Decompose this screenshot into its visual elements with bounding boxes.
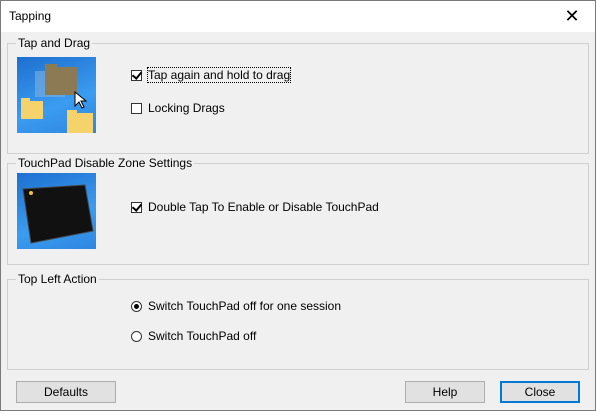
tap-hold-drag-label[interactable]: Tap again and hold to drag [146, 67, 292, 83]
defaults-button[interactable]: Defaults [16, 381, 116, 403]
tap-and-drag-legend: Tap and Drag [16, 36, 93, 50]
option-off[interactable]: Switch TouchPad off [131, 329, 256, 343]
locking-drags-option[interactable]: Locking Drags [131, 101, 225, 115]
double-tap-checkbox[interactable] [131, 201, 142, 213]
close-window-icon[interactable]: ✕ [549, 1, 595, 32]
double-tap-option[interactable]: Double Tap To Enable or Disable TouchPad [131, 200, 379, 214]
tap-and-drag-group: Tap and Drag Tap again and hold to drag … [7, 36, 589, 154]
touchpad-icon [22, 184, 94, 244]
tap-hold-drag-option[interactable]: Tap again and hold to drag [131, 67, 292, 83]
disable-zone-legend: TouchPad Disable Zone Settings [16, 156, 195, 170]
tap-hold-drag-checkbox[interactable] [131, 69, 142, 81]
double-tap-label[interactable]: Double Tap To Enable or Disable TouchPad [148, 200, 379, 214]
locking-drags-checkbox[interactable] [131, 102, 142, 114]
off-one-session-label[interactable]: Switch TouchPad off for one session [148, 299, 341, 313]
off-radio[interactable] [131, 330, 142, 342]
close-button[interactable]: Close [500, 381, 580, 403]
help-button[interactable]: Help [405, 381, 485, 403]
disable-zone-group: TouchPad Disable Zone Settings Double Ta… [7, 156, 589, 265]
touchpad-illustration [17, 173, 96, 249]
tap-drag-illustration [17, 57, 96, 133]
off-one-session-radio[interactable] [131, 300, 142, 312]
locking-drags-label[interactable]: Locking Drags [148, 101, 225, 115]
tapping-dialog: Tapping ✕ Tap and Drag Tap again and hol… [0, 0, 596, 411]
window-title: Tapping [9, 9, 52, 23]
option-off-one-session[interactable]: Switch TouchPad off for one session [131, 299, 341, 313]
title-bar: Tapping ✕ [1, 1, 595, 32]
top-left-action-legend: Top Left Action [16, 272, 99, 286]
top-left-action-group: Top Left Action Switch TouchPad off for … [7, 272, 589, 370]
folders-drag-icon [21, 64, 93, 133]
off-label[interactable]: Switch TouchPad off [148, 329, 256, 343]
